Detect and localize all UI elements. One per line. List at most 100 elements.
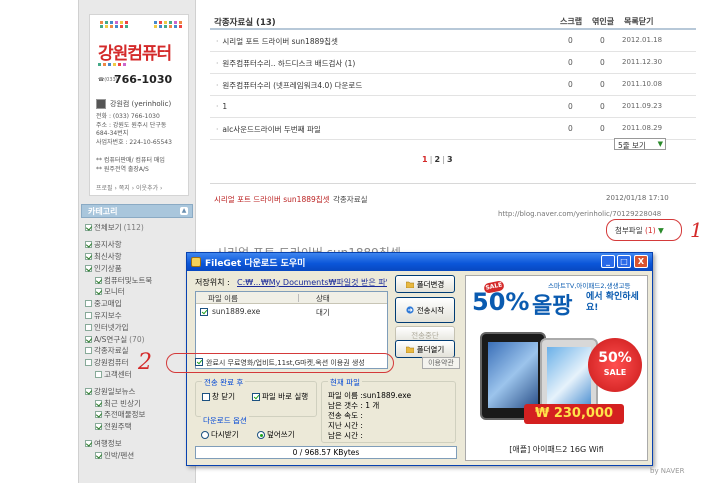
page-separator: | bbox=[429, 155, 433, 164]
post-title-link[interactable]: alc사운드드라이버 두번째 파일 bbox=[216, 124, 320, 135]
dialog-titlebar[interactable]: FileGet 다운로드 도우미 _ □ X bbox=[187, 253, 652, 271]
category-icon bbox=[95, 288, 102, 296]
rows-per-page-select[interactable]: 5줄 보기 ▼ bbox=[614, 138, 666, 150]
category-item[interactable]: 인터넷가입 bbox=[85, 321, 193, 333]
info-line: 전화 : (033) 766-1030 bbox=[96, 113, 160, 120]
download-options-group: 다운로드 옵션 다시받기 덮어쓰기 bbox=[195, 415, 317, 441]
file-state: 대기 bbox=[316, 308, 330, 317]
category-item[interactable]: 전원주택 bbox=[85, 421, 193, 433]
post-title-link[interactable]: 원주컴퓨터수리 (넷프레임워크4.0) 다운로드 bbox=[216, 80, 362, 91]
open-folder-label: 폴더열기 bbox=[416, 344, 445, 354]
minimize-button[interactable]: _ bbox=[601, 255, 615, 268]
stat-remaining-time: 남은 시간 : bbox=[328, 431, 363, 440]
column-divider bbox=[298, 294, 299, 302]
file-row[interactable]: sun1889.exe 대기 bbox=[198, 307, 384, 318]
terms-button[interactable]: 이용약관 bbox=[422, 357, 460, 369]
category-item[interactable]: 전체보기 (112) bbox=[85, 222, 193, 234]
info-line: 사업자번호 : 224-10-65543 bbox=[96, 138, 172, 146]
sale-badge-percent: 50% bbox=[598, 350, 632, 366]
table-row[interactable]: 1 0 0 2011.09.23 bbox=[210, 96, 696, 118]
post-title-link[interactable]: 원주컴퓨터수리.. 하드디스크 배드검사 (1) bbox=[216, 58, 355, 69]
file-list-header: 파일 이름 상태 bbox=[196, 292, 387, 304]
close-window-option[interactable]: 창 닫기 bbox=[202, 391, 235, 402]
category-item[interactable]: 인박/펜션 bbox=[85, 449, 193, 461]
post-date: 2012.01.18 bbox=[622, 36, 663, 44]
attachment-button[interactable]: 첨부파일 (1) ▼ bbox=[606, 219, 682, 241]
link-line: ** 컴퓨터판매/ 컴퓨터 매입 bbox=[96, 157, 165, 164]
file-checkbox[interactable] bbox=[200, 308, 208, 316]
post-category-link[interactable]: 각종자료실 bbox=[333, 194, 368, 205]
table-row[interactable]: 시리얼 포트 드라이버 sun1889칩셋 0 0 2012.01.18 bbox=[210, 30, 696, 52]
start-transfer-button[interactable]: 전송시작 bbox=[395, 297, 455, 323]
category-header[interactable]: 카테고리 ▲ bbox=[81, 204, 193, 218]
table-row[interactable]: alc사운드드라이버 두번째 파일 0 0 2011.08.29 bbox=[210, 118, 696, 140]
category-item[interactable]: 주전매물정보 bbox=[85, 409, 193, 421]
page-link-1[interactable]: 1 bbox=[422, 155, 428, 164]
table-row[interactable]: 원주컴퓨터수리.. 하드디스크 배드검사 (1) 0 0 2011.12.30 bbox=[210, 52, 696, 74]
column-state[interactable]: 상태 bbox=[316, 293, 330, 304]
category-icon bbox=[85, 439, 92, 447]
overwrite-radio[interactable] bbox=[257, 430, 265, 439]
ad-banner[interactable]: 스마트TV,아이패드2,생생고등 50% SALE 올팡 에서 확인하세요! 5… bbox=[465, 275, 648, 461]
owner-row[interactable]: 강원컴 (yerinholic) bbox=[96, 99, 171, 109]
category-item[interactable]: A/S연구실 (70) bbox=[85, 333, 193, 345]
category-item[interactable]: 최근 빈상기 bbox=[85, 397, 193, 409]
category-icon bbox=[85, 241, 92, 249]
shop-info: 전화 : (033) 766-1030 주소 : 강원도 원주시 단구동 684… bbox=[96, 113, 186, 147]
column-file-name[interactable]: 파일 이름 bbox=[208, 293, 238, 304]
post-url[interactable]: http://blog.naver.com/yerinholic/7012922… bbox=[498, 210, 661, 218]
scrap-count: 0 bbox=[568, 36, 573, 45]
category-icon bbox=[85, 300, 92, 308]
category-icon bbox=[85, 264, 92, 272]
rows-per-page-value: 5줄 보기 bbox=[618, 141, 646, 150]
change-folder-button[interactable]: 폴더변경 bbox=[395, 275, 455, 293]
profile-menu[interactable]: 프로필 › 쪽지 › 이웃추가 › bbox=[96, 183, 162, 192]
category-item[interactable]: 강원일보뉴스 bbox=[85, 385, 193, 397]
ad-product-name: [애플] 아이패드2 16G Wifi bbox=[509, 445, 604, 454]
category-item[interactable]: 여행정보 bbox=[85, 438, 193, 450]
column-trackback: 엮인글 bbox=[592, 17, 615, 26]
post-title-link[interactable]: 시리얼 포트 드라이버 sun1889칩셋 bbox=[216, 36, 338, 47]
page-link-3[interactable]: 3 bbox=[447, 155, 453, 164]
attachment-label: 첨부파일 bbox=[615, 226, 643, 235]
save-location-path[interactable]: C:₩...₩My Documents₩파일것 받은 파일₩ bbox=[237, 277, 387, 288]
category-item[interactable]: 중고매입 bbox=[85, 298, 193, 310]
list-close-link[interactable]: 목록닫기 bbox=[624, 16, 653, 27]
redownload-option[interactable]: 다시받기 bbox=[201, 429, 239, 440]
category-item[interactable]: 최신사항 bbox=[85, 251, 193, 263]
category-item[interactable]: 유지보수 bbox=[85, 310, 193, 322]
post-date: 2011.08.29 bbox=[622, 124, 663, 132]
category-item[interactable]: 공지사항 bbox=[85, 239, 193, 251]
group-title: 다운로드 옵션 bbox=[201, 415, 249, 426]
page-link-2[interactable]: 2 bbox=[435, 155, 441, 164]
post-title-link[interactable]: 1 bbox=[216, 102, 227, 111]
category-icon bbox=[85, 387, 92, 395]
category-label: 컴퓨터및노트북 bbox=[104, 275, 153, 285]
trackback-count: 0 bbox=[600, 124, 605, 133]
table-row[interactable]: 원주컴퓨터수리 (넷프레임워크4.0) 다운로드 0 0 2011.10.08 bbox=[210, 74, 696, 96]
category-item[interactable]: 인기상품 bbox=[85, 262, 193, 274]
dialog-title: FileGet 다운로드 도우미 bbox=[205, 259, 306, 269]
collapse-icon[interactable]: ▲ bbox=[180, 207, 188, 215]
run-file-option[interactable]: 파일 바로 실행 bbox=[252, 391, 308, 402]
close-window-checkbox[interactable] bbox=[202, 392, 210, 401]
category-item[interactable]: 컴퓨터및노트북 bbox=[85, 274, 193, 286]
logo-dots bbox=[98, 63, 127, 66]
close-button[interactable]: X bbox=[634, 255, 648, 268]
folder-open-icon bbox=[405, 346, 414, 353]
open-folder-button[interactable]: 폴더열기 bbox=[395, 340, 455, 358]
category-label: 최근 빈상기 bbox=[104, 398, 141, 408]
progress-bar: 0 / 968.57 KBytes bbox=[195, 446, 457, 459]
annotation-mark-2: 2 bbox=[138, 350, 152, 375]
redownload-radio[interactable] bbox=[201, 430, 209, 439]
tablet-screen bbox=[488, 342, 538, 408]
change-folder-label: 폴더변경 bbox=[416, 279, 445, 289]
run-file-checkbox[interactable] bbox=[252, 392, 260, 401]
overwrite-option[interactable]: 덮어쓰기 bbox=[257, 429, 295, 440]
maximize-button[interactable]: □ bbox=[617, 255, 631, 268]
scrap-count: 0 bbox=[568, 80, 573, 89]
category-item[interactable]: 모니터 bbox=[85, 286, 193, 298]
post-title-link[interactable]: 시리얼 포트 드라이버 sun1889칩셋 bbox=[214, 194, 330, 205]
category-label: 인기상품 bbox=[94, 263, 122, 273]
category-icon bbox=[95, 423, 102, 431]
